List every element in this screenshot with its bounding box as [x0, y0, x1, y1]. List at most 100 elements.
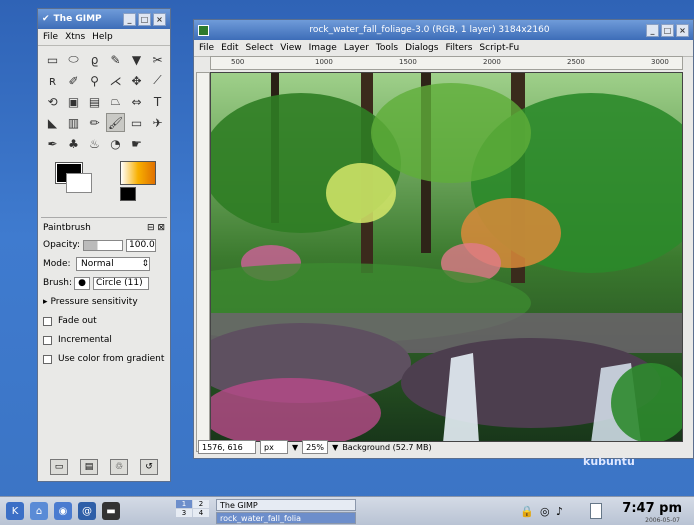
restore-options-button[interactable]: ▤ — [80, 459, 98, 475]
scale-tool-icon[interactable]: ▣ — [64, 92, 83, 111]
image-titlebar[interactable]: rock_water_fall_foliage-3.0 (RGB, 1 laye… — [194, 20, 693, 40]
menu-dialogs[interactable]: Dialogs — [405, 43, 438, 53]
color-picker-tool-icon[interactable]: ✐ — [64, 71, 83, 90]
browser-icon[interactable]: @ — [78, 502, 96, 520]
desktop-pager[interactable]: 1 2 3 4 — [176, 500, 209, 517]
fuzzy-select-tool-icon[interactable]: ✎ — [106, 50, 125, 69]
perspective-tool-icon[interactable]: ⏢ — [106, 92, 125, 111]
maximize-button[interactable]: □ — [138, 12, 151, 26]
clipboard-icon[interactable] — [590, 503, 602, 519]
brush-name: Circle (11) — [93, 276, 149, 290]
expander-arrow-icon[interactable]: ▸ — [43, 297, 48, 307]
blend-tool-icon[interactable]: ▥ — [64, 113, 83, 132]
menu-layer[interactable]: Layer — [344, 43, 369, 53]
menu-file[interactable]: File — [199, 43, 214, 53]
flip-tool-icon[interactable]: ⇔ — [127, 92, 146, 111]
brush-preview[interactable] — [120, 187, 136, 201]
menu-xtns[interactable]: Xtns — [65, 32, 85, 42]
ink-tool-icon[interactable]: ✒ — [43, 134, 62, 153]
clock[interactable]: 7:47 pm — [622, 501, 682, 516]
dock-buttons-icon[interactable]: ⊟ ⊠ — [147, 223, 165, 233]
airbrush-tool-icon[interactable]: ✈ — [148, 113, 167, 132]
menu-help[interactable]: Help — [92, 32, 113, 42]
dropdown-arrow-icon[interactable]: ▼ — [292, 443, 298, 452]
ruler-label: 1000 — [315, 58, 333, 66]
horizontal-ruler[interactable]: 500 1000 1500 2000 2500 3000 — [210, 56, 683, 70]
scissors-tool-icon[interactable]: ✂ — [148, 50, 167, 69]
desktop-4[interactable]: 4 — [193, 509, 209, 517]
terminal-icon[interactable]: ▬ — [102, 502, 120, 520]
opacity-spinbox[interactable]: 100.0 — [126, 238, 156, 252]
color-select-tool-icon[interactable]: ▼ — [127, 50, 146, 69]
move-tool-icon[interactable]: ✥ — [127, 71, 146, 90]
lasso-tool-icon[interactable]: ϱ — [85, 50, 104, 69]
minimize-button[interactable]: _ — [123, 12, 136, 26]
bucket-fill-tool-icon[interactable]: ◣ — [43, 113, 62, 132]
close-button[interactable]: × — [153, 12, 166, 26]
clone-tool-icon[interactable]: ♣ — [64, 134, 83, 153]
pencil-tool-icon[interactable]: ✏ — [85, 113, 104, 132]
shear-tool-icon[interactable]: ▤ — [85, 92, 104, 111]
paths-tool-icon[interactable]: ʀ — [43, 71, 62, 90]
eraser-tool-icon[interactable]: ▭ — [127, 113, 146, 132]
kmenu-icon[interactable]: K — [6, 502, 24, 520]
opacity-slider[interactable] — [83, 239, 123, 251]
brush-button[interactable]: ● — [74, 276, 90, 290]
home-icon[interactable]: ⌂ — [30, 502, 48, 520]
task-gimp[interactable]: The GIMP — [216, 499, 356, 511]
minimize-button[interactable]: _ — [645, 23, 659, 37]
reset-options-button[interactable]: ↺ — [140, 459, 158, 475]
menu-view[interactable]: View — [280, 43, 301, 53]
zoom-select[interactable]: 25% — [302, 440, 329, 454]
gradient-preview[interactable] — [120, 161, 156, 185]
convolve-tool-icon[interactable]: ◔ — [106, 134, 125, 153]
text-tool-icon[interactable]: T — [148, 92, 167, 111]
pressure-expander[interactable]: Pressure sensitivity — [51, 297, 138, 307]
layer-status: Background (52.7 MB) — [342, 442, 432, 452]
paintbrush-tool-icon[interactable]: 🖌 — [106, 113, 125, 132]
dropdown-arrow-icon[interactable]: ▼ — [332, 443, 338, 452]
rect-select-tool-icon[interactable]: ▭ — [43, 50, 62, 69]
image-canvas[interactable] — [210, 72, 683, 442]
desktop-2[interactable]: 2 — [193, 500, 209, 508]
network-icon[interactable]: ◎ — [540, 505, 550, 518]
gradient-color-checkbox[interactable] — [43, 354, 52, 364]
desktop-3[interactable]: 3 — [176, 509, 192, 517]
toolbox-window: ✔ The GIMP _ □ × File Xtns Help ▭ ⬭ ϱ ✎ ▼ ✂ ʀ ✐… — [37, 8, 171, 482]
desktop-1[interactable]: 1 — [176, 500, 192, 508]
menu-script-fu[interactable]: Script-Fu — [479, 43, 519, 53]
ruler-label: 3000 — [651, 58, 669, 66]
heal-tool-icon[interactable]: ♨ — [85, 134, 104, 153]
close-button[interactable]: × — [675, 23, 689, 37]
task-image[interactable]: rock_water_fall_folia — [216, 512, 356, 524]
toolbox-title: The GIMP — [53, 14, 102, 24]
menu-image[interactable]: Image — [309, 43, 337, 53]
unit-select[interactable]: px — [260, 440, 288, 454]
volume-icon[interactable]: ♪ — [556, 505, 563, 518]
background-color-swatch[interactable] — [66, 173, 92, 193]
tool-options-panel: Paintbrush ⊟ ⊠ Opacity: 100.0 Mode: Norm… — [38, 218, 170, 374]
incremental-checkbox[interactable] — [43, 335, 52, 345]
ellipse-select-tool-icon[interactable]: ⬭ — [64, 50, 83, 69]
maximize-button[interactable]: □ — [660, 23, 674, 37]
save-options-button[interactable]: ▭ — [50, 459, 68, 475]
menu-file[interactable]: File — [43, 32, 58, 42]
menu-tools[interactable]: Tools — [376, 43, 398, 53]
toolbox-titlebar[interactable]: ✔ The GIMP _ □ × — [38, 9, 170, 29]
image-title: rock_water_fall_foliage-3.0 (RGB, 1 laye… — [309, 25, 550, 35]
menu-filters[interactable]: Filters — [445, 43, 472, 53]
lock-icon[interactable]: 🔒 — [520, 505, 534, 518]
konqueror-icon[interactable]: ◉ — [54, 502, 72, 520]
image-window-icon — [198, 24, 209, 36]
zoom-tool-icon[interactable]: ⚲ — [85, 71, 104, 90]
menu-edit[interactable]: Edit — [221, 43, 238, 53]
fade-out-checkbox[interactable] — [43, 316, 52, 326]
measure-tool-icon[interactable]: ⋌ — [106, 71, 125, 90]
menu-select[interactable]: Select — [246, 43, 274, 53]
smudge-tool-icon[interactable]: ☛ — [127, 134, 146, 153]
mode-select[interactable]: Normal ⇕ — [76, 257, 150, 271]
delete-options-button[interactable]: ♲ — [110, 459, 128, 475]
rotate-tool-icon[interactable]: ⟲ — [43, 92, 62, 111]
crop-tool-icon[interactable]: ⟋ — [148, 71, 167, 90]
vertical-ruler[interactable] — [196, 72, 210, 452]
